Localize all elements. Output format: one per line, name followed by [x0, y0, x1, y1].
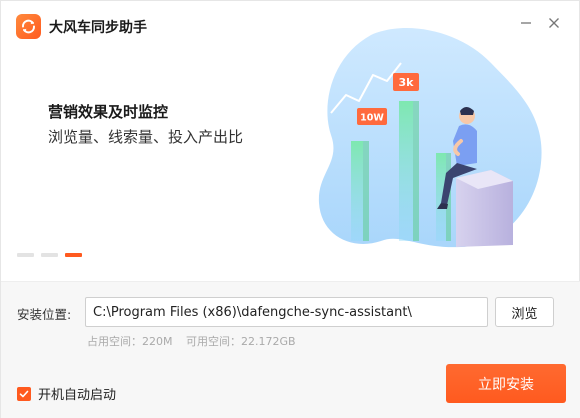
close-icon[interactable] [546, 15, 562, 31]
carousel-dot-3[interactable] [65, 253, 82, 257]
svg-text:10W: 10W [360, 113, 384, 124]
app-title: 大风车同步助手 [49, 20, 147, 36]
svg-text:3k: 3k [399, 76, 415, 89]
install-path-label: 安装位置: [17, 307, 72, 322]
disk-space-info: 占用空间：220M 可用空间：22.172GB [87, 333, 306, 349]
carousel-dot-1[interactable] [17, 253, 34, 257]
autostart-checkbox[interactable] [17, 386, 31, 401]
chart-bar-2 [363, 141, 369, 241]
install-now-button[interactable]: 立即安装 [446, 364, 566, 403]
checkmark-icon [19, 390, 29, 397]
badge-10w: 10W [357, 108, 387, 125]
installer-window: 大风车同步助手 营销效果及时监控 浏览量、线索量、投入产出比 10W 3k 安装… [0, 0, 580, 418]
chart-bar-4 [413, 101, 419, 241]
autostart-label: 开机自动启动 [38, 388, 117, 403]
sync-logo-icon [16, 14, 41, 39]
chart-bar-3 [399, 101, 413, 241]
browse-button[interactable]: 浏览 [495, 297, 554, 327]
available-space-text: 可用空间：22.172GB [186, 335, 296, 348]
slogan-subtitle: 浏览量、线索量、投入产出比 [48, 128, 244, 146]
pedestal-box [456, 170, 513, 247]
chart-bar-1 [351, 141, 363, 241]
install-path-input[interactable] [85, 297, 488, 327]
used-space-text: 占用空间：220M [87, 335, 173, 348]
badge-3k: 3k [393, 73, 419, 91]
autostart-option[interactable]: 开机自动启动 [17, 384, 116, 403]
hero-illustration: 10W 3k [318, 27, 542, 248]
carousel-dot-2[interactable] [41, 253, 58, 257]
slogan-title: 营销效果及时监控 [48, 103, 169, 121]
